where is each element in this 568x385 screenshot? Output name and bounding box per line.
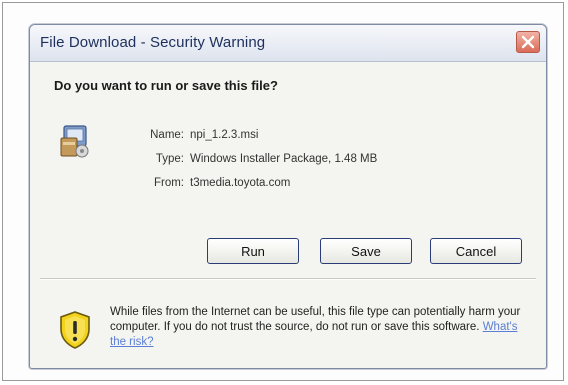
dialog-question: Do you want to run or save this file? (54, 78, 278, 93)
from-label: From: (153, 177, 184, 189)
cancel-button[interactable]: Cancel (430, 238, 522, 264)
window-title: File Download - Security Warning (40, 34, 266, 51)
installer-package-icon (60, 125, 89, 158)
title-bar[interactable]: File Download - Security Warning (30, 25, 546, 62)
close-icon (521, 35, 535, 49)
file-type-value: Windows Installer Package, 1.48 MB (190, 153, 378, 165)
save-button[interactable]: Save (320, 238, 412, 264)
security-shield-icon (60, 311, 90, 349)
warning-message: While files from the Internet can be use… (110, 305, 530, 350)
separator (40, 278, 536, 280)
type-label: Type: (155, 153, 184, 165)
dialog-body: Do you want to run or save this file? Na… (30, 62, 546, 368)
warning-text: While files from the Internet can be use… (110, 306, 521, 333)
security-warning-dialog: File Download - Security Warning Do you … (29, 24, 547, 369)
name-label: Name: (150, 129, 184, 141)
close-button[interactable] (516, 31, 540, 53)
file-name-value: npi_1.2.3.msi (190, 129, 259, 141)
run-button[interactable]: Run (207, 238, 299, 264)
file-source-value: t3media.toyota.com (190, 177, 291, 189)
page-frame: File Download - Security Warning Do you … (2, 2, 564, 381)
